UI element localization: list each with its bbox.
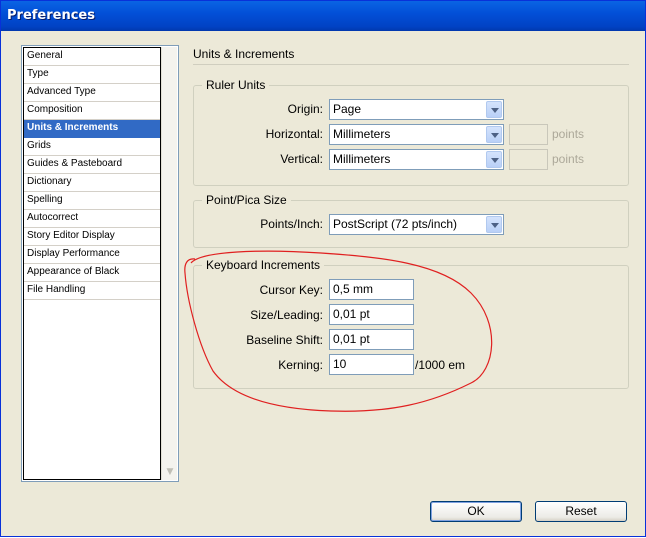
origin-label: Origin: (287, 102, 323, 116)
cursor-key-label: Cursor Key: (259, 283, 323, 297)
chevron-down-icon[interactable] (486, 151, 502, 168)
horizontal-points-label: points (552, 127, 585, 141)
vertical-label: Vertical: (280, 152, 323, 166)
dialog-body: General Type Advanced Type Composition Units… (4, 31, 642, 534)
category-item[interactable]: General (24, 48, 160, 66)
vertical-points-label: points (552, 152, 585, 166)
reset-button[interactable]: Reset (535, 501, 627, 522)
points-per-inch-value: PostScript (72 pts/inch) (333, 217, 458, 231)
category-item[interactable]: Units & Increments (24, 120, 160, 138)
baseline-shift-input[interactable]: 0,01 pt (329, 329, 414, 350)
category-item[interactable]: Autocorrect (24, 210, 160, 228)
size-leading-label: Size/Leading: (250, 308, 323, 322)
keyboard-increments-label: Keyboard Increments (202, 258, 325, 272)
vertical-points-field (509, 149, 548, 170)
kerning-value: 10 (333, 357, 347, 371)
title-bar[interactable]: Preferences (1, 1, 645, 31)
category-item[interactable]: Guides & Pasteboard (24, 156, 160, 174)
category-item[interactable]: Grids (24, 138, 160, 156)
category-item[interactable]: Story Editor Display (24, 228, 160, 246)
chevron-down-icon[interactable] (486, 101, 502, 118)
horizontal-units-select[interactable]: Millimeters (329, 124, 504, 145)
category-item[interactable]: Type (24, 66, 160, 84)
kerning-unit-label: /1000 em (415, 358, 466, 372)
preferences-dialog: Preferences General Type Advanced Type Comp… (0, 0, 646, 537)
category-list-scrollbar[interactable]: ▼ (161, 47, 177, 480)
point-pica-label: Point/Pica Size (202, 193, 291, 207)
chevron-down-icon[interactable] (486, 126, 502, 143)
origin-select[interactable]: Page (329, 99, 504, 120)
category-item[interactable]: Advanced Type (24, 84, 160, 102)
section-divider (193, 64, 629, 65)
vertical-units-value: Millimeters (333, 152, 391, 166)
points-per-inch-label: Points/Inch: (260, 217, 323, 231)
category-item[interactable]: Display Performance (24, 246, 160, 264)
scroll-down-arrow-icon[interactable]: ▼ (165, 467, 175, 477)
window-title: Preferences (7, 8, 95, 23)
size-leading-input[interactable]: 0,01 pt (329, 304, 414, 325)
vertical-units-select[interactable]: Millimeters (329, 149, 504, 170)
kerning-input[interactable]: 10 (329, 354, 414, 375)
category-item[interactable]: File Handling (24, 282, 160, 300)
kerning-label: Kerning: (278, 358, 323, 372)
ok-button[interactable]: OK (430, 501, 522, 522)
horizontal-points-field (509, 124, 548, 145)
category-list-items: General Type Advanced Type Composition Units… (23, 47, 161, 480)
ruler-units-label: Ruler Units (202, 78, 270, 92)
origin-select-value: Page (333, 102, 362, 116)
category-item[interactable]: Appearance of Black (24, 264, 160, 282)
chevron-down-icon[interactable] (486, 216, 502, 233)
horizontal-units-value: Millimeters (333, 127, 391, 141)
points-per-inch-select[interactable]: PostScript (72 pts/inch) (329, 214, 504, 235)
category-list[interactable]: General Type Advanced Type Composition Units… (21, 45, 179, 482)
category-item[interactable]: Composition (24, 102, 160, 120)
category-item[interactable]: Dictionary (24, 174, 160, 192)
section-title: Units & Increments (193, 47, 295, 61)
baseline-shift-label: Baseline Shift: (246, 333, 323, 347)
category-item[interactable]: Spelling (24, 192, 160, 210)
size-leading-value: 0,01 pt (333, 307, 370, 321)
cursor-key-input[interactable]: 0,5 mm (329, 279, 414, 300)
baseline-shift-value: 0,01 pt (333, 332, 370, 346)
horizontal-label: Horizontal: (265, 127, 323, 141)
cursor-key-value: 0,5 mm (333, 282, 374, 296)
